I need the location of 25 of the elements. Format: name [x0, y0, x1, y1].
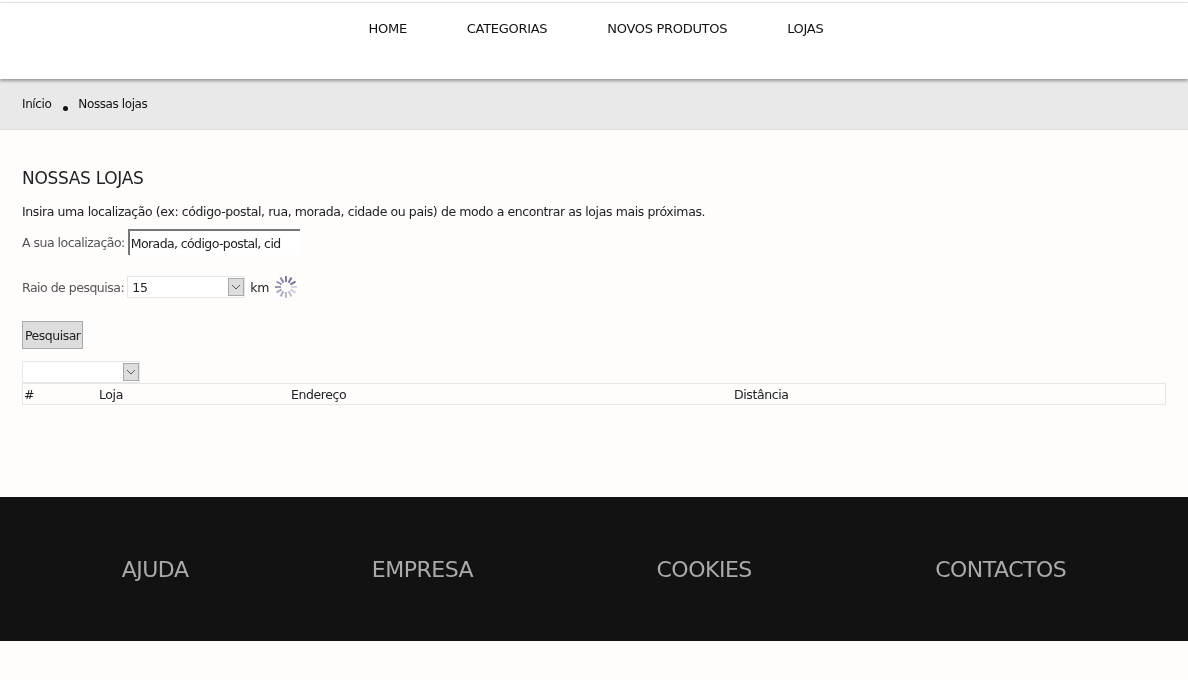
footer-link[interactable]: AJUDA — [121, 556, 189, 582]
search-button[interactable]: Pesquisar — [22, 321, 84, 349]
footer-link[interactable]: CONTACTOS — [935, 556, 1067, 582]
column-header: Loja — [99, 386, 124, 402]
radius-select[interactable]: 15 — [127, 276, 246, 298]
nav-link[interactable]: CATEGORIAS — [466, 21, 548, 39]
location-label: A sua localização: — [22, 234, 125, 250]
page-title: NOSSAS LOJAS — [22, 168, 145, 188]
breadcrumb-separator-icon — [63, 105, 69, 111]
footer-link[interactable]: EMPRESA — [371, 556, 474, 582]
nav-link[interactable]: LOJAS — [787, 21, 824, 39]
column-header: # — [23, 386, 36, 402]
results-select[interactable] — [22, 361, 140, 383]
breadcrumb-link[interactable]: Início — [22, 97, 52, 111]
location-input-field[interactable]: Morada, código-postal, cid — [127, 229, 300, 255]
radius-label: Raio de pesquisa: — [22, 279, 125, 295]
column-header: Endereço — [291, 386, 348, 402]
breadcrumb-current[interactable]: Nossas lojas — [78, 97, 148, 111]
nav-link[interactable]: NOVOS PRODUTOS — [607, 21, 728, 39]
nav-link[interactable]: HOME — [368, 21, 407, 39]
column-header: Distância — [734, 386, 789, 402]
footer-link[interactable]: COOKIES — [656, 556, 752, 582]
loading-spinner-icon — [272, 274, 299, 300]
unit-label: km — [250, 279, 270, 295]
instructions-text: Insira uma localização (ex: código-postal, rua, morada, cidade ou pais) de modo a encontrar as lojas mais próximas. — [22, 204, 707, 219]
